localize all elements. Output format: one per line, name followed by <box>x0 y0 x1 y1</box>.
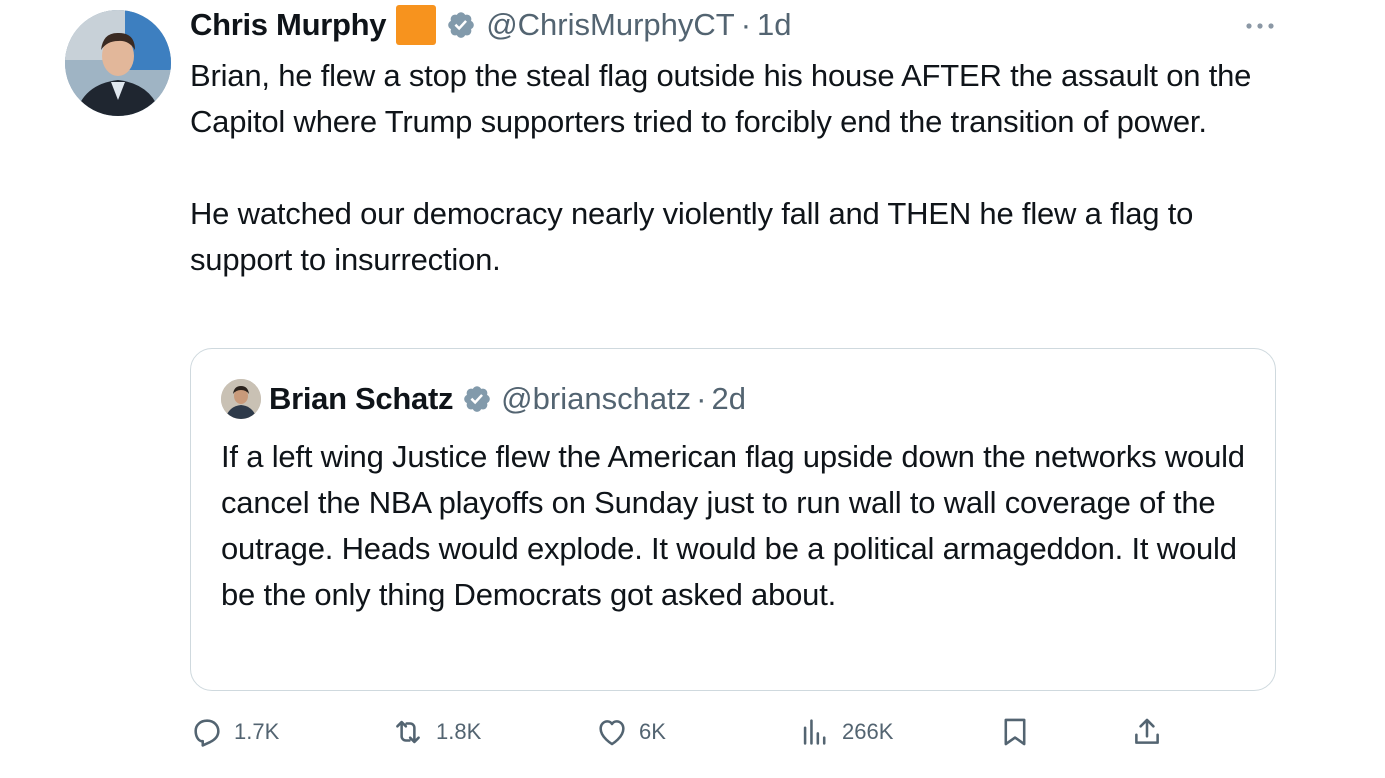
quoted-author-handle[interactable]: @brianschatz <box>501 381 691 417</box>
action-bar: 1.7K 1.8K 6K 266K <box>190 710 1190 754</box>
share-button[interactable] <box>1130 710 1164 754</box>
bookmark-icon <box>998 715 1032 749</box>
tweet-header: Chris Murphy @ChrisMurphyCT · 1d <box>190 3 792 47</box>
repost-count: 1.8K <box>436 719 482 744</box>
tweet-text: Brian, he flew a stop the steal flag out… <box>190 58 1252 277</box>
quoted-tweet[interactable]: Brian Schatz @brianschatz · 2d If a left… <box>190 348 1276 691</box>
quoted-author-display-name[interactable]: Brian Schatz <box>269 381 453 417</box>
view-count: 266K <box>842 719 894 744</box>
quoted-tweet-header: Brian Schatz @brianschatz · 2d <box>269 377 746 421</box>
more-horizontal-icon[interactable] <box>1242 14 1278 38</box>
like-button[interactable]: 6K <box>595 710 666 754</box>
bookmark-button[interactable] <box>998 710 1032 754</box>
repost-icon <box>390 715 426 749</box>
verified-badge-icon[interactable] <box>446 10 476 40</box>
quoted-author-avatar[interactable] <box>221 379 261 419</box>
author-avatar[interactable] <box>65 10 171 116</box>
reply-count: 1.7K <box>234 719 280 744</box>
separator-dot: · <box>740 7 752 42</box>
verified-badge-icon[interactable] <box>462 384 492 414</box>
separator-dot: · <box>696 381 707 416</box>
analytics-icon <box>798 715 832 749</box>
tweet-timestamp[interactable]: 1d <box>757 7 791 43</box>
author-handle[interactable]: @ChrisMurphyCT <box>486 7 735 43</box>
reply-button[interactable]: 1.7K <box>190 710 279 754</box>
share-icon <box>1130 715 1164 749</box>
reply-icon <box>190 715 224 749</box>
orange-square-emoji <box>396 5 437 45</box>
author-display-name[interactable]: Chris Murphy <box>190 7 387 43</box>
repost-button[interactable]: 1.8K <box>390 710 481 754</box>
views-button[interactable]: 266K <box>798 710 893 754</box>
like-count: 6K <box>639 719 666 744</box>
quoted-tweet-timestamp[interactable]: 2d <box>712 381 746 417</box>
heart-icon <box>595 715 629 749</box>
quoted-tweet-text: If a left wing Justice flew the American… <box>221 439 1245 612</box>
tweet: Chris Murphy @ChrisMurphyCT · 1d Brian, … <box>0 0 1385 778</box>
